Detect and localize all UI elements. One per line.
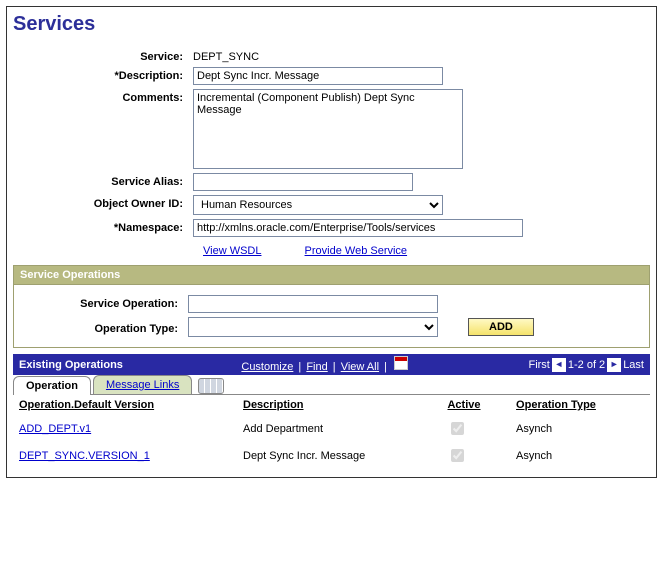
prev-arrow-icon[interactable]: ◄: [552, 358, 566, 372]
cell-description: Dept Sync Incr. Message: [237, 442, 441, 469]
label-owner: Object Owner ID:: [13, 195, 193, 210]
cell-type: Asynch: [510, 442, 650, 469]
cell-description: Add Department: [237, 415, 441, 442]
label-alias: Service Alias:: [13, 173, 193, 188]
show-all-columns-icon[interactable]: [198, 378, 224, 394]
section-service-operations: Service Operations: [13, 265, 650, 284]
label-service-operation: Service Operation:: [18, 295, 188, 310]
row-counter: 1-2 of 2: [568, 359, 605, 371]
value-service: DEPT_SYNC: [193, 48, 259, 63]
tab-message-links[interactable]: Message Links: [93, 375, 192, 394]
label-operation-type: Operation Type:: [18, 320, 188, 335]
first-link[interactable]: First: [528, 359, 549, 371]
customize-link[interactable]: Customize: [241, 361, 293, 373]
page-title: Services: [13, 13, 650, 36]
tab-operation[interactable]: Operation: [13, 376, 91, 395]
comments-textarea[interactable]: [193, 89, 463, 169]
provide-web-service-link[interactable]: Provide Web Service: [305, 245, 408, 257]
table-row: DEPT_SYNC.VERSION_1 Dept Sync Incr. Mess…: [13, 442, 650, 469]
section-existing-operations: Existing Operations: [19, 359, 123, 371]
cell-type: Asynch: [510, 415, 650, 442]
description-input[interactable]: [193, 67, 443, 85]
label-description: *Description:: [13, 67, 193, 82]
find-link[interactable]: Find: [306, 361, 327, 373]
label-namespace: *Namespace:: [13, 219, 193, 234]
namespace-input[interactable]: [193, 219, 523, 237]
col-operation[interactable]: Operation.Default Version: [13, 395, 237, 415]
active-checkbox: [451, 422, 464, 435]
view-all-link[interactable]: View All: [341, 361, 379, 373]
col-operation-type[interactable]: Operation Type: [510, 395, 650, 415]
col-active[interactable]: Active: [441, 395, 510, 415]
operation-type-select[interactable]: [188, 317, 438, 337]
add-button[interactable]: ADD: [468, 318, 534, 336]
col-description[interactable]: Description: [237, 395, 441, 415]
service-operation-input[interactable]: [188, 295, 438, 313]
view-wsdl-link[interactable]: View WSDL: [203, 245, 261, 257]
operation-link[interactable]: DEPT_SYNC.VERSION_1: [19, 450, 150, 462]
last-link[interactable]: Last: [623, 359, 644, 371]
active-checkbox: [451, 449, 464, 462]
alias-input[interactable]: [193, 173, 413, 191]
next-arrow-icon[interactable]: ►: [607, 358, 621, 372]
table-row: ADD_DEPT.v1 Add Department Asynch: [13, 415, 650, 442]
label-comments: Comments:: [13, 89, 193, 104]
label-service: Service:: [13, 48, 193, 63]
operation-link[interactable]: ADD_DEPT.v1: [19, 423, 91, 435]
download-icon[interactable]: [394, 356, 408, 370]
owner-select[interactable]: Human Resources: [193, 195, 443, 215]
